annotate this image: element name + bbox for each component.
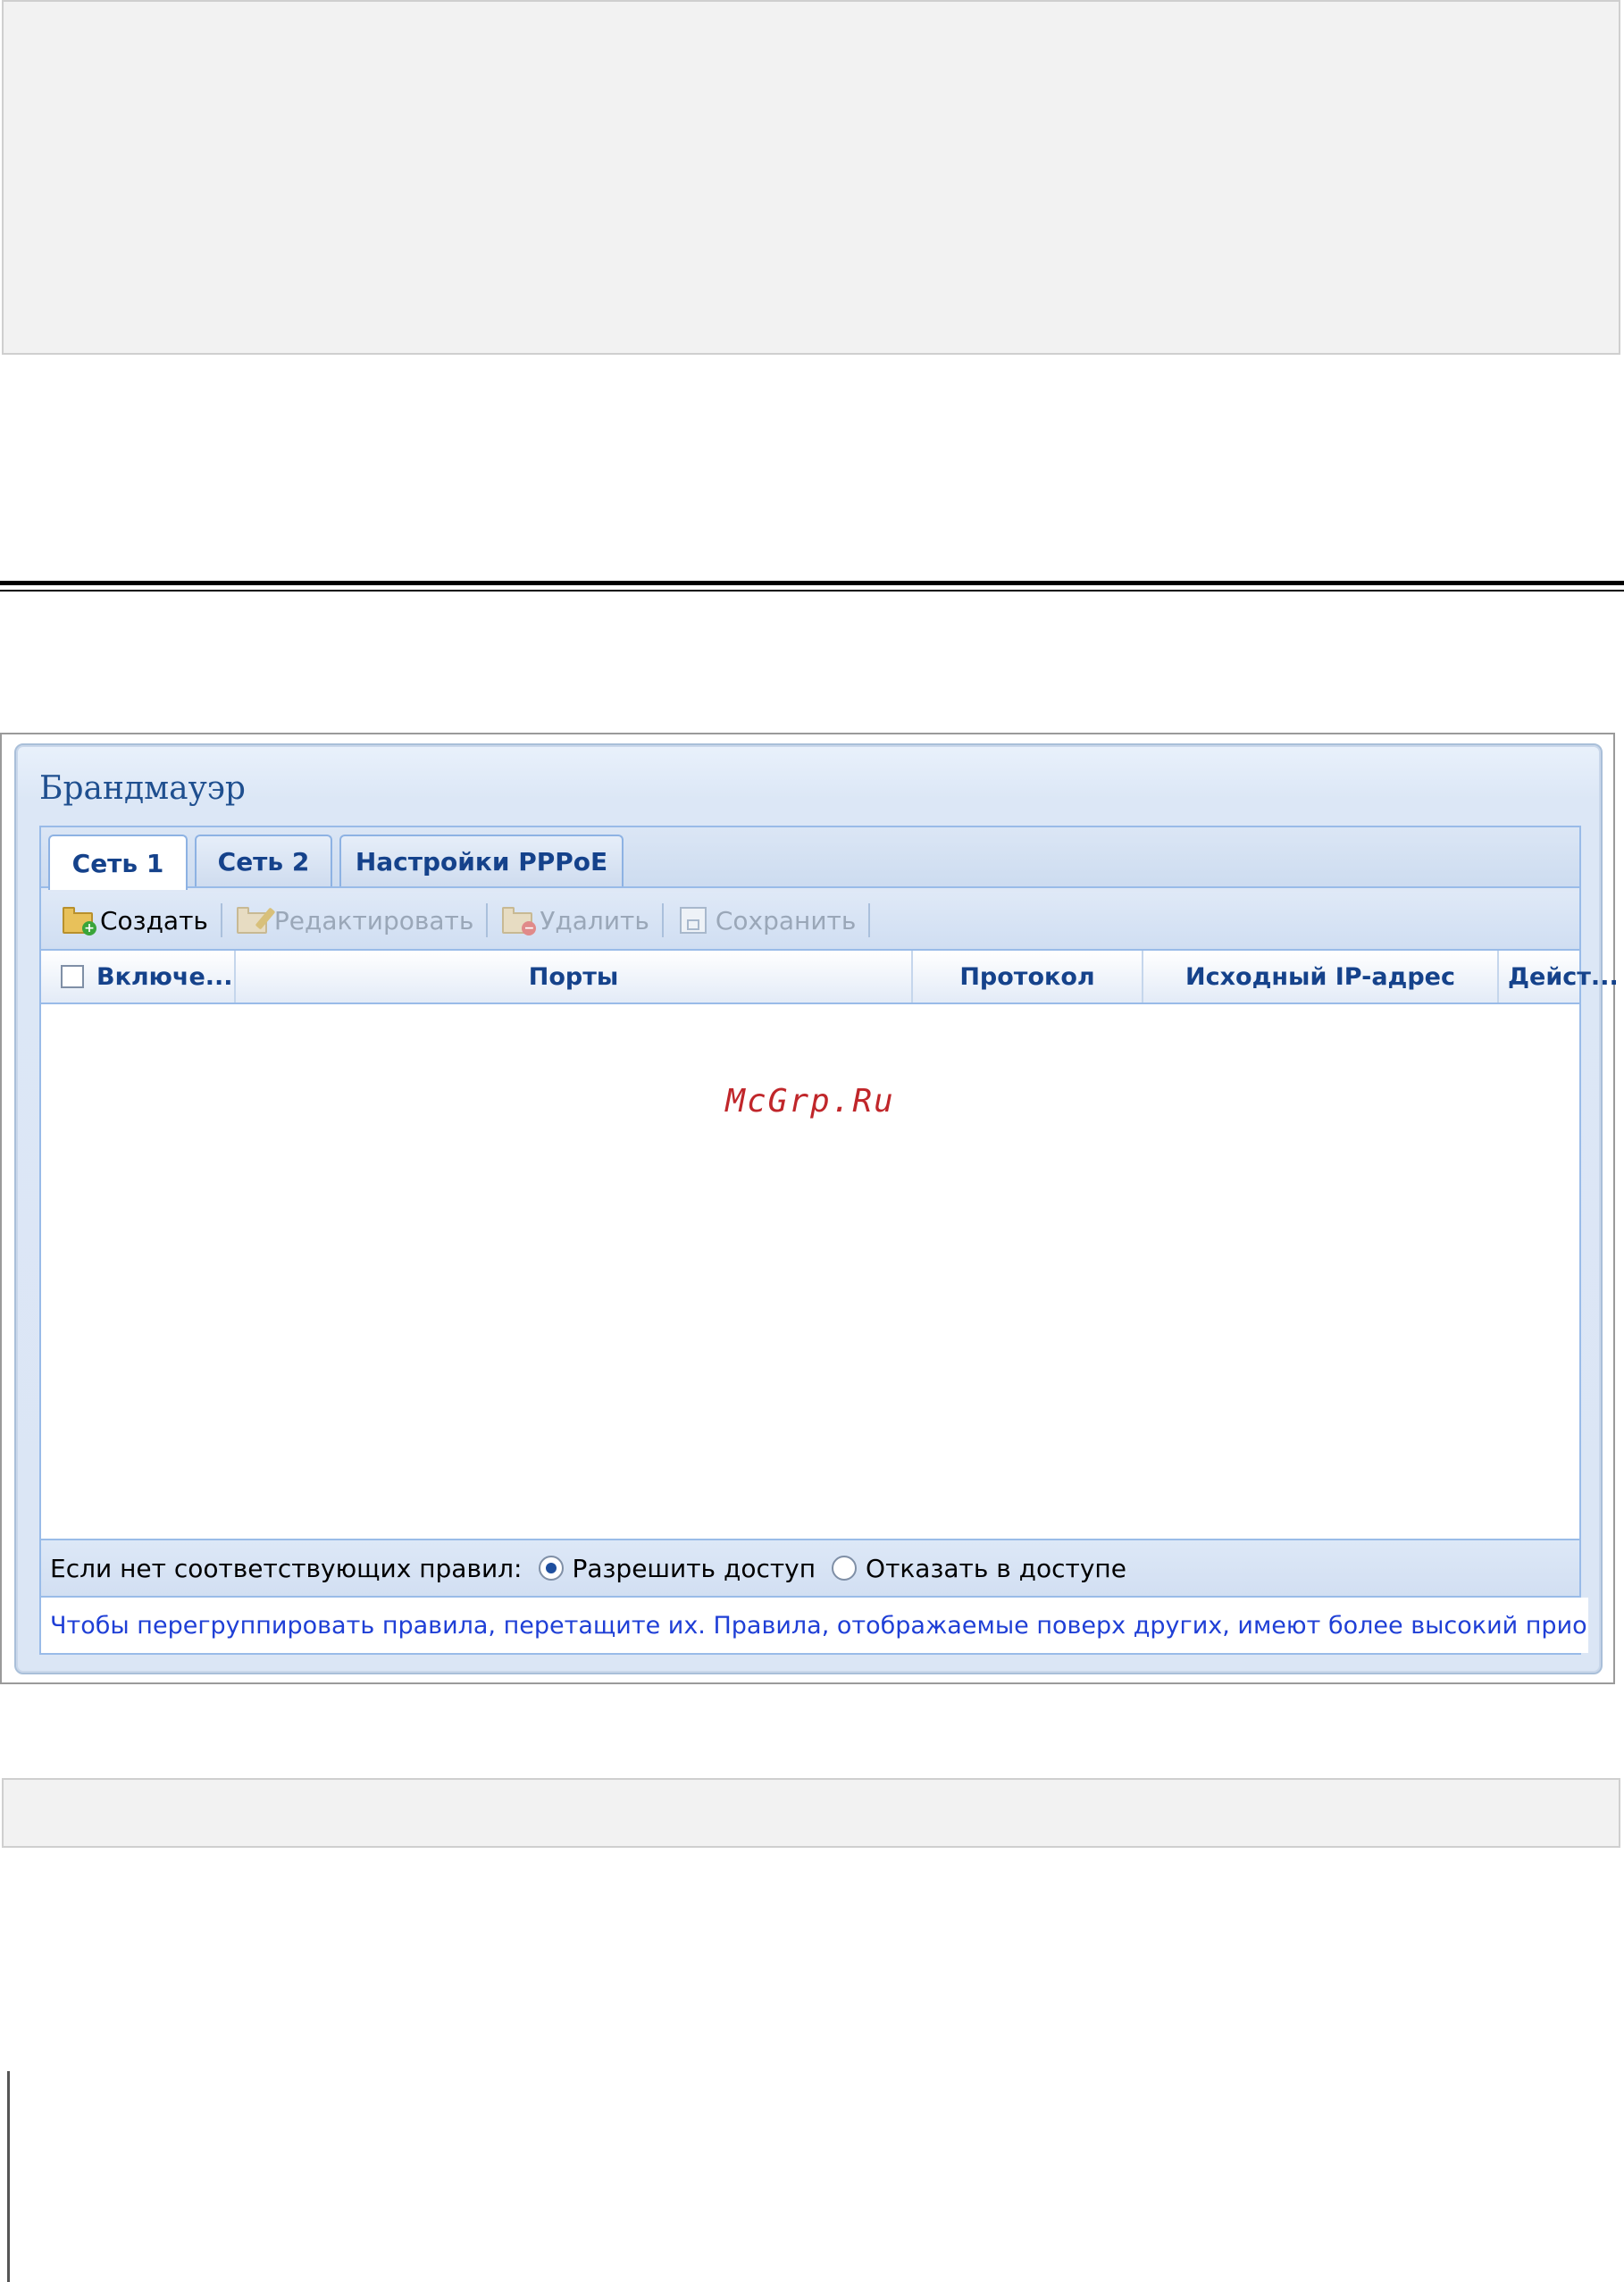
grid-body[interactable]: McGrp.Ru [41, 1004, 1579, 1540]
page-divider [0, 581, 1624, 585]
tab-pppoe-settings[interactable]: Настройки PPPoE [339, 835, 624, 886]
tab-network-1[interactable]: Сеть 1 [48, 835, 188, 890]
folder-add-icon: + [61, 905, 96, 935]
column-protocol[interactable]: Протокол [913, 951, 1143, 1003]
delete-button-label: Удалить [540, 905, 649, 935]
page-divider-thin [0, 590, 1624, 591]
save-icon [676, 905, 712, 935]
delete-button[interactable]: − Удалить [493, 905, 657, 935]
firewall-panel: Сеть 1 Сеть 2 Настройки PPPoE + Создать … [39, 826, 1619, 1655]
save-button[interactable]: Сохранить [669, 905, 864, 935]
default-rule-label: Если нет соответствующих правил: [50, 1553, 523, 1583]
window-title: Брандмауэр [39, 770, 246, 807]
toolbar-separator [661, 903, 664, 937]
column-ports[interactable]: Порты [236, 951, 913, 1003]
toolbar-separator [486, 903, 489, 937]
column-enabled-label: Включе... [96, 962, 233, 991]
default-rule-bar: Если нет соответствующих правил: Разреши… [41, 1540, 1579, 1598]
deny-access-option[interactable]: Отказать в доступе [832, 1554, 1126, 1583]
allow-access-label[interactable]: Разрешить доступ [573, 1554, 816, 1583]
deny-access-label[interactable]: Отказать в доступе [866, 1554, 1126, 1583]
folder-delete-icon: − [500, 905, 537, 935]
grid-header: Включе... Порты Протокол Исходный IP-адр… [41, 951, 1619, 1004]
edit-button[interactable]: Редактировать [228, 905, 481, 935]
toolbar-separator [868, 903, 871, 937]
toolbar: + Создать Редактировать − Удалить Сохран… [41, 892, 1579, 951]
allow-access-radio[interactable] [538, 1556, 564, 1581]
column-source-ip[interactable]: Исходный IP-адрес [1143, 951, 1499, 1003]
deny-access-radio[interactable] [832, 1556, 858, 1581]
bottom-content-box [2, 1778, 1620, 1848]
create-button-label: Создать [100, 905, 208, 935]
allow-access-option[interactable]: Разрешить доступ [538, 1554, 816, 1583]
top-content-box [2, 0, 1620, 355]
screenshot-frame: Брандмауэр Сеть 1 Сеть 2 Настройки PPPoE… [0, 733, 1619, 1684]
select-all-checkbox[interactable] [61, 965, 84, 988]
hint-text: Чтобы перегруппировать правила, перетащи… [41, 1598, 1588, 1653]
toolbar-separator [220, 903, 222, 937]
watermark: McGrp.Ru [725, 1083, 895, 1120]
tab-network-2[interactable]: Сеть 2 [195, 835, 332, 886]
edit-button-label: Редактировать [273, 905, 474, 935]
column-enabled[interactable]: Включе... [41, 951, 236, 1003]
save-button-label: Сохранить [715, 905, 857, 935]
create-button[interactable]: + Создать [54, 905, 215, 935]
tab-strip: Сеть 1 Сеть 2 Настройки PPPoE [41, 827, 1579, 890]
firewall-window: Брандмауэр Сеть 1 Сеть 2 Настройки PPPoE… [14, 743, 1619, 1674]
column-action[interactable]: Дейст... [1499, 951, 1619, 1003]
folder-edit-icon [235, 905, 276, 935]
left-edge-line [7, 2071, 10, 2282]
